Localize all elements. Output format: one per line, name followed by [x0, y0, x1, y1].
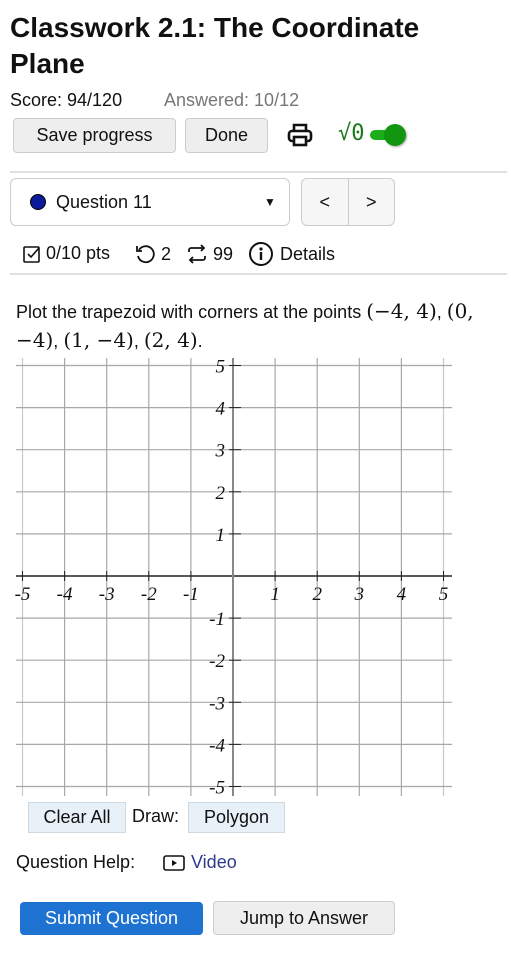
y-tick-label: -1: [209, 609, 225, 630]
prev-question-button[interactable]: <: [302, 179, 349, 225]
video-icon: [163, 854, 185, 871]
x-tick-label: -4: [57, 584, 73, 605]
retries-count: 2: [161, 243, 172, 264]
retries-info: 2: [134, 243, 171, 265]
x-tick-label: 2: [312, 584, 322, 605]
attempts-info: 99: [186, 243, 233, 265]
point-4: (2, 4): [143, 328, 198, 352]
y-tick-label: -3: [209, 693, 225, 714]
question-nav: < >: [301, 178, 395, 226]
question-prompt: Plot the trapezoid with corners at the p…: [16, 299, 474, 352]
x-tick-label: 5: [439, 584, 449, 605]
video-link[interactable]: Video: [163, 852, 237, 873]
question-select-label: Question 11: [56, 192, 152, 212]
x-tick-label: 4: [397, 584, 407, 605]
question-help-label: Question Help:: [16, 852, 136, 872]
coordinate-graph[interactable]: -5 -4 -3 -2 -1 1 2 3 4 5 5 4 3 2 1 -1 -2 -3 -4 -5: [0, 350, 511, 800]
x-tick-label: -1: [183, 584, 199, 605]
done-button[interactable]: Done: [185, 118, 268, 153]
point-3: (1, −4): [63, 328, 134, 352]
jump-to-answer-button[interactable]: Jump to Answer: [213, 901, 395, 935]
y-tick-label: -4: [209, 735, 225, 756]
video-link-label: Video: [191, 852, 237, 872]
save-progress-button[interactable]: Save progress: [13, 118, 176, 153]
x-tick-label: -2: [141, 584, 157, 605]
points-text: 0/10 pts: [46, 243, 111, 263]
y-tick-label: -5: [209, 778, 225, 799]
y-tick-label: 1: [216, 525, 226, 546]
repeat-icon: [188, 244, 206, 264]
score-text: Score: 94/120: [10, 90, 123, 110]
details-button[interactable]: Details: [248, 241, 335, 267]
next-question-button[interactable]: >: [349, 179, 395, 225]
y-tick-label: 4: [216, 399, 226, 420]
attempts-count: 99: [213, 243, 234, 264]
x-tick-label: 3: [354, 584, 365, 605]
question-select[interactable]: Question 11 ▼: [10, 178, 290, 226]
checkbox-icon: [23, 245, 40, 263]
math-entry-label: √0: [338, 121, 365, 146]
point-1: (−4, 4): [366, 299, 437, 323]
prompt-text: Plot the trapezoid with corners at the p…: [16, 302, 362, 322]
x-tick-label: -5: [15, 584, 31, 605]
x-tick-label: -3: [99, 584, 115, 605]
clear-all-button[interactable]: Clear All: [28, 802, 126, 833]
divider: [10, 273, 507, 275]
y-tick-label: -2: [209, 651, 225, 672]
page-title: Classwork 2.1: The Coordinate Plane: [10, 12, 420, 79]
submit-question-button[interactable]: Submit Question: [20, 902, 203, 935]
y-tick-label: 3: [215, 441, 226, 462]
polygon-tool-button[interactable]: Polygon: [188, 802, 285, 833]
answered-text: Answered: 10/12: [164, 90, 300, 110]
info-icon: [249, 242, 273, 266]
print-icon[interactable]: [286, 121, 314, 149]
points-info: 0/10 pts: [22, 243, 110, 264]
math-toggle-switch[interactable]: [368, 123, 408, 147]
retry-icon: [136, 245, 155, 264]
y-tick-label: 2: [216, 483, 226, 504]
status-dot: [30, 194, 46, 210]
divider: [10, 171, 507, 173]
draw-label: Draw:: [132, 806, 180, 826]
x-tick-label: 1: [270, 584, 280, 605]
chevron-down-icon: ▼: [264, 195, 276, 209]
details-label: Details: [280, 243, 336, 264]
y-tick-label: 5: [216, 357, 226, 378]
